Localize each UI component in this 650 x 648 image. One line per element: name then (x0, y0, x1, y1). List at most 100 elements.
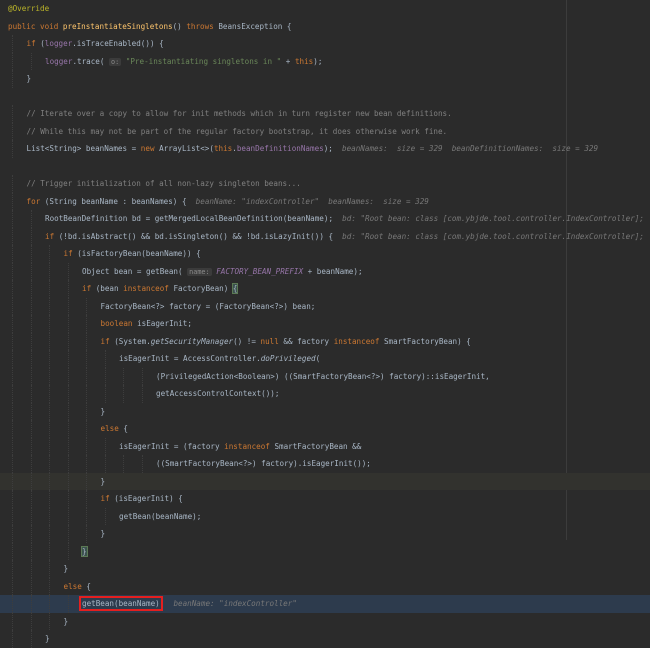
code-line[interactable] (0, 158, 650, 176)
indent-guide (12, 105, 13, 123)
code-line[interactable]: for (String beanName : beanNames) { bean… (0, 192, 650, 211)
code-line[interactable]: } (0, 70, 650, 88)
code-line[interactable]: isEagerInit = (factory instanceof SmartF… (0, 437, 650, 455)
code-line[interactable]: // While this may not be part of the reg… (0, 122, 650, 141)
code-token: () != (233, 336, 261, 346)
code-line[interactable]: if (isEagerInit) { (0, 490, 650, 508)
code-line[interactable]: Object bean = getBean( name: FACTORY_BEA… (0, 262, 650, 280)
code-line[interactable]: } (0, 472, 650, 491)
code-text: for (String beanName : beanNames) { bean… (27, 193, 429, 211)
code-line[interactable]: getBean(beanName); beanName: "indexContr… (0, 595, 650, 613)
code-line[interactable]: isEagerInit = AccessController.doPrivile… (0, 350, 650, 368)
indent-guide (49, 385, 50, 403)
indent-guide (86, 385, 87, 403)
code-token: @Override (8, 4, 50, 13)
code-line[interactable]: RootBeanDefinition bd = getMergedLocalBe… (0, 210, 650, 228)
indent-guide (141, 367, 143, 385)
code-token: } (81, 545, 88, 557)
code-text: // While this may not be part of the reg… (27, 123, 448, 141)
code-line[interactable] (0, 88, 650, 106)
code-line[interactable]: // Trigger initialization of all non-laz… (0, 175, 650, 193)
code-line[interactable]: public void preInstantiateSingletons() t… (0, 18, 650, 36)
indent-guide (86, 455, 87, 473)
indent-guide (49, 297, 50, 315)
code-token: getAccessControlContext()); (156, 389, 280, 398)
code-token: doPrivileged (260, 354, 316, 363)
indent-guide (12, 577, 13, 595)
indent-guide (49, 577, 50, 595)
code-token: FactoryBean) (173, 284, 233, 293)
code-token: (System. (114, 336, 151, 346)
indent-guide (67, 402, 69, 420)
indent-guide (67, 332, 69, 350)
indent-guide (30, 297, 32, 315)
code-token: .trace( (72, 56, 110, 66)
indent-guide (104, 350, 106, 368)
indent-guide (30, 542, 32, 560)
indent-guide (30, 210, 32, 228)
code-line[interactable]: getBean(beanName); (0, 507, 650, 525)
indent-guide (49, 437, 50, 455)
code-token: FACTORY_BEAN_PREFIX (216, 266, 304, 276)
indent-guide (67, 472, 69, 490)
code-line[interactable]: if (!bd.isAbstract() && bd.isSingleton()… (0, 227, 650, 245)
debug-inline-value: beanNames: size = 329 beanDefinitionName… (342, 144, 599, 153)
indent-guide (30, 437, 32, 455)
indent-guide (12, 612, 13, 630)
code-line[interactable]: ((SmartFactoryBean<?>) factory).isEagerI… (0, 455, 650, 473)
indent-guide (49, 420, 50, 438)
code-text: getAccessControlContext()); (156, 385, 279, 403)
indent-guide (30, 490, 32, 508)
code-text: if (isEagerInit) { (101, 490, 183, 508)
code-line[interactable]: } (0, 542, 650, 560)
indent-guide (30, 280, 32, 298)
code-line[interactable]: // Iterate over a copy to allow for init… (0, 105, 650, 123)
indent-guide (67, 542, 69, 560)
code-line[interactable]: } (0, 630, 650, 648)
code-line[interactable]: getAccessControlContext()); (0, 385, 650, 403)
code-token: throws (186, 21, 219, 31)
code-token: instanceof (123, 284, 174, 293)
code-line[interactable]: List<String> beanNames = new ArrayList<>… (0, 140, 650, 158)
indent-guide (30, 630, 32, 648)
code-token: isEagerInit; (137, 319, 192, 328)
code-line[interactable]: (PrivilegedAction<Boolean>) ((SmartFacto… (0, 367, 650, 385)
code-token: () (172, 21, 187, 31)
code-line[interactable]: if (logger.isTraceEnabled()) { (0, 35, 650, 53)
code-line[interactable]: else { (0, 420, 650, 438)
code-line[interactable]: if (System.getSecurityManager() != null … (0, 332, 650, 350)
indent-guide (30, 245, 32, 263)
code-text: } (64, 560, 69, 578)
indent-guide (12, 70, 13, 88)
code-text: } (101, 473, 106, 491)
indent-guide (104, 367, 106, 385)
code-text: public void preInstantiateSingletons() t… (8, 18, 292, 36)
code-text: isEagerInit = AccessController.doPrivile… (119, 350, 320, 368)
indent-guide (49, 542, 50, 560)
code-text: @Override (8, 0, 49, 18)
code-token: (PrivilegedAction<Boolean>) ((SmartFacto… (156, 371, 490, 381)
indent-guide (12, 437, 13, 455)
code-line[interactable]: } (0, 402, 650, 420)
code-line[interactable]: if (bean instanceof FactoryBean) { (0, 280, 650, 298)
indent-guide (123, 455, 124, 473)
code-token: "Pre-instantiating singletons in " (125, 56, 282, 66)
code-line[interactable]: if (isFactoryBean(beanName)) { (0, 245, 650, 263)
code-line[interactable]: else { (0, 577, 650, 595)
indent-guide (49, 245, 50, 263)
debug-inline-value: beanName: "indexController" beanNames: s… (195, 196, 429, 206)
code-line[interactable]: @Override (0, 0, 650, 18)
code-line[interactable]: FactoryBean<?> factory = (FactoryBean<?>… (0, 297, 650, 315)
code-editor[interactable]: @Override public void preInstantiateSingl… (0, 0, 650, 648)
indent-guide (49, 367, 50, 385)
indent-guide (30, 52, 32, 70)
code-line[interactable]: logger.trace( o: "Pre-instantiating sing… (0, 52, 650, 70)
code-text: } (45, 630, 50, 648)
indent-guide (30, 402, 32, 420)
indent-guide (30, 262, 32, 280)
code-line[interactable]: } (0, 612, 650, 630)
code-line[interactable]: } (0, 560, 650, 578)
indent-guide (30, 455, 32, 473)
code-token: // While this may not be part of the reg… (26, 126, 448, 136)
code-line[interactable]: boolean isEagerInit; (0, 315, 650, 333)
